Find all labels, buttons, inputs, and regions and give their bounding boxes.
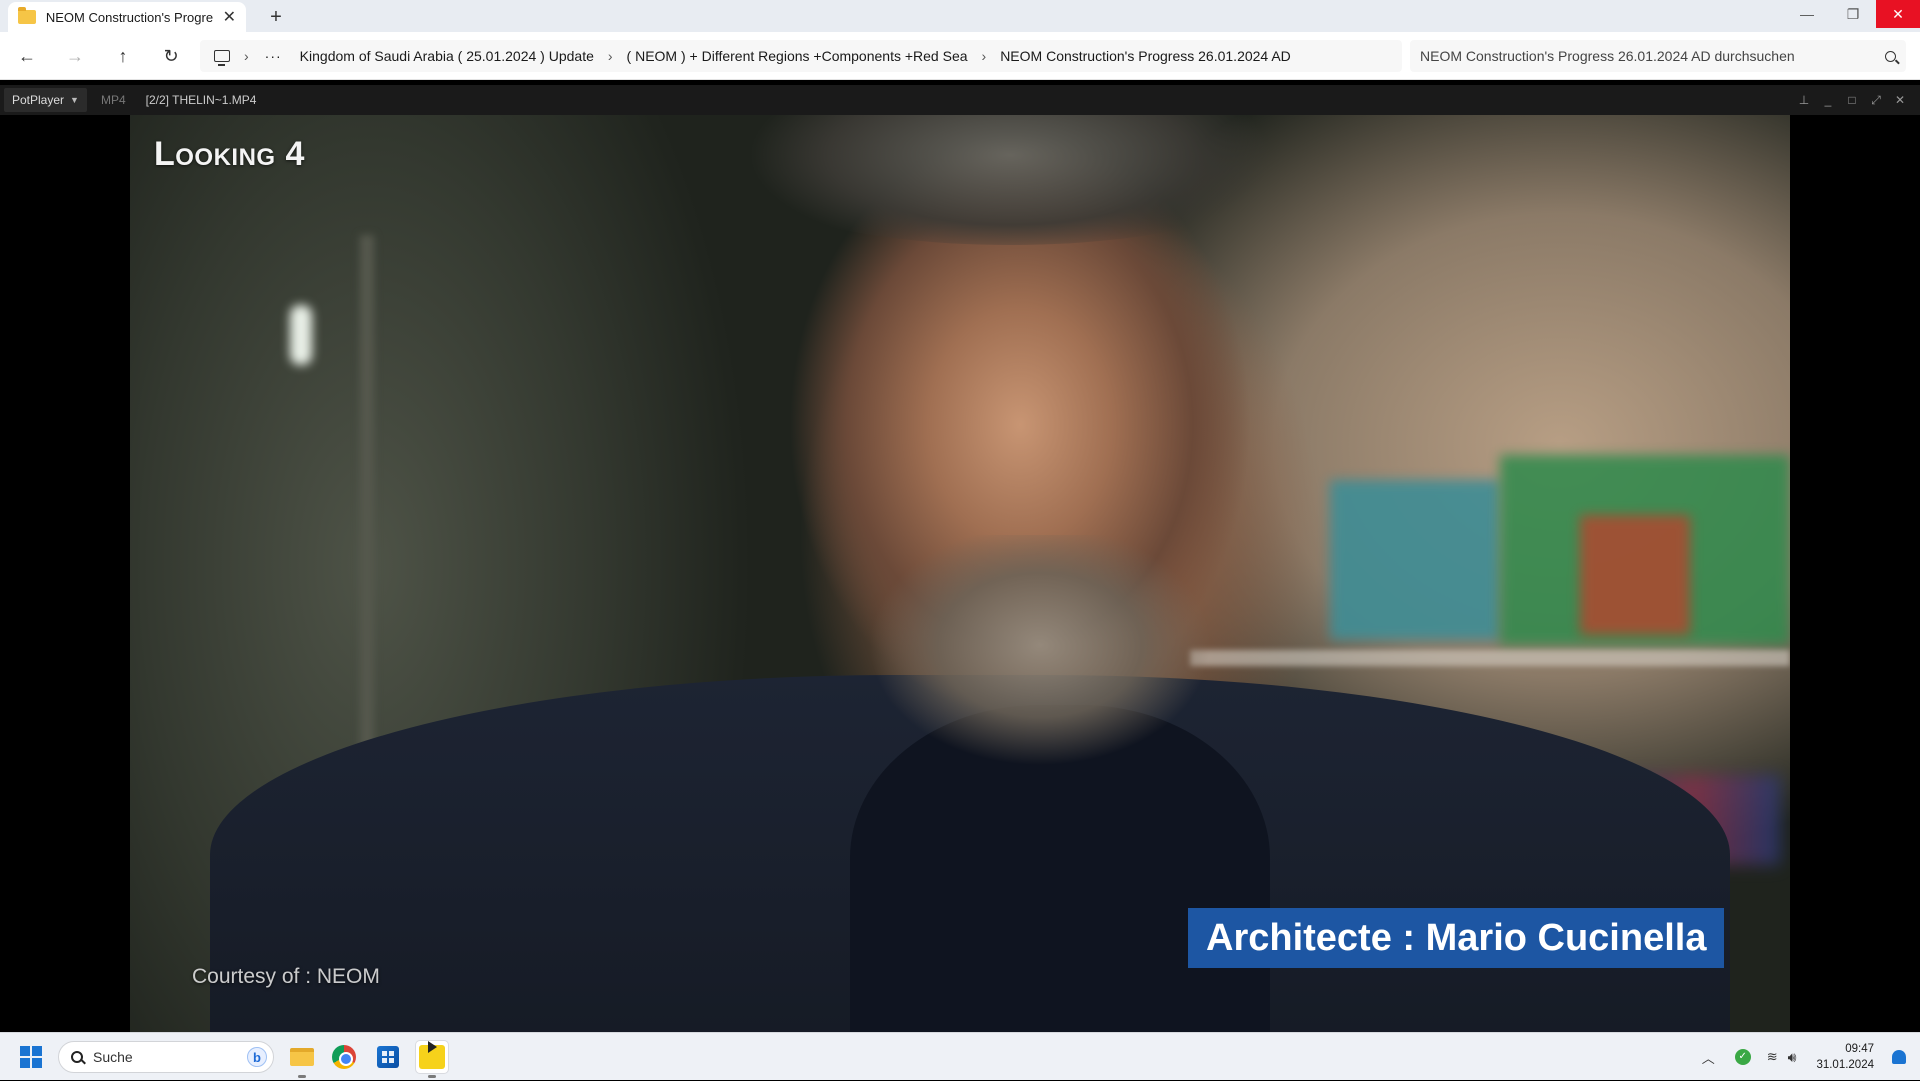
tab-close-icon[interactable]: ✕: [223, 7, 236, 27]
wifi-icon[interactable]: ≋: [1767, 1049, 1778, 1065]
video-area[interactable]: Looking 4 Courtesy of : NEOM Architecte …: [0, 115, 1920, 1032]
taskbar-search-label: Suche: [93, 1049, 133, 1065]
player-maximize-button[interactable]: □: [1840, 93, 1864, 107]
restore-button[interactable]: ❐: [1830, 0, 1876, 28]
taskbar-app-chrome[interactable]: [328, 1041, 360, 1073]
running-indicator: [428, 1075, 436, 1078]
folder-search-input[interactable]: NEOM Construction's Progress 26.01.2024 …: [1410, 40, 1906, 72]
taskbar: Suche b ︿ ✓ ≋ 🔊︎ 09:47 31.01.2024: [0, 1032, 1920, 1080]
person-hair: [750, 115, 1270, 245]
taskbar-search[interactable]: Suche b: [58, 1041, 274, 1073]
chevron-up-icon[interactable]: ︿: [1702, 1048, 1715, 1067]
breadcrumb-item-neom-progress[interactable]: NEOM Construction's Progress 26.01.2024 …: [1000, 48, 1291, 64]
background-shelf: [1190, 650, 1790, 666]
search-icon[interactable]: [1885, 50, 1896, 62]
windows-start-icon[interactable]: [20, 1046, 42, 1068]
potplayer-menu-label: PotPlayer: [12, 93, 65, 107]
pin-icon[interactable]: ⊥: [1792, 93, 1816, 107]
refresh-button[interactable]: ↻: [156, 42, 186, 70]
close-window-button[interactable]: ✕: [1876, 0, 1920, 28]
name-lower-third: Architecte : Mario Cucinella: [1188, 908, 1724, 968]
potplayer-menu-button[interactable]: PotPlayer ▼: [4, 88, 87, 112]
notification-bell-icon[interactable]: [1892, 1050, 1906, 1064]
explorer-titlebar: NEOM Construction's Progress ✕ + — ❐ ✕: [0, 0, 1920, 32]
breadcrumb-item-neom-regions[interactable]: ( NEOM ) + Different Regions +Components…: [627, 48, 968, 64]
person-beard: [870, 535, 1210, 765]
player-close-button[interactable]: ✕: [1888, 93, 1912, 107]
clock-time: 09:47: [1845, 1043, 1874, 1055]
background-lamp: [290, 305, 312, 365]
back-button[interactable]: ←: [12, 42, 42, 70]
file-format-label: MP4: [100, 93, 126, 107]
chrome-icon: [332, 1045, 356, 1069]
background-box: [1330, 480, 1500, 640]
tab-title: NEOM Construction's Progress: [45, 9, 213, 25]
background-box: [1580, 515, 1690, 635]
system-tray: ︿ ✓ ≋ 🔊︎ 09:47 31.01.2024: [1702, 1033, 1920, 1081]
store-icon: [377, 1046, 399, 1068]
chevron-right-icon[interactable]: ›: [982, 48, 987, 64]
potplayer-icon: [419, 1041, 445, 1069]
address-bar: ← → ↑ ↻ › ··· Kingdom of Saudi Arabia ( …: [0, 32, 1920, 80]
taskbar-app-store[interactable]: [372, 1041, 404, 1073]
player-window-controls: ⊥ _ □ ⤢ ✕: [1792, 85, 1912, 115]
player-titlebar: PotPlayer ▼ MP4 [2/2] THELIN~1.MP4 ⊥ _ □…: [0, 85, 1920, 115]
taskbar-app-file-explorer[interactable]: [286, 1041, 318, 1078]
playing-file-name: [2/2] THELIN~1.MP4: [145, 93, 257, 107]
clock-date: 31.01.2024: [1816, 1059, 1874, 1071]
breadcrumb-item-saudi-arabia[interactable]: Kingdom of Saudi Arabia ( 25.01.2024 ) U…: [300, 48, 594, 64]
this-pc-icon[interactable]: [214, 50, 230, 66]
courtesy-caption: Courtesy of : NEOM: [192, 965, 380, 988]
folder-icon: [18, 7, 36, 24]
chevron-right-icon[interactable]: ›: [244, 48, 249, 64]
video-frame[interactable]: Looking 4 Courtesy of : NEOM Architecte …: [130, 115, 1790, 1032]
search-placeholder: NEOM Construction's Progress 26.01.2024 …: [1420, 48, 1795, 64]
window-controls: — ❐ ✕: [1784, 0, 1920, 28]
more-icon[interactable]: ···: [265, 48, 282, 64]
breadcrumb[interactable]: › ··· Kingdom of Saudi Arabia ( 25.01.20…: [200, 40, 1402, 72]
up-button[interactable]: ↑: [108, 42, 138, 70]
running-indicator: [298, 1075, 306, 1078]
new-tab-button[interactable]: +: [262, 4, 290, 30]
channel-logo: Looking 4: [154, 135, 305, 173]
taskbar-app-potplayer[interactable]: [416, 1041, 448, 1078]
security-shield-icon[interactable]: ✓: [1734, 1049, 1751, 1065]
explorer-tab[interactable]: NEOM Construction's Progress ✕: [8, 2, 246, 32]
search-icon: [71, 1051, 83, 1063]
chevron-right-icon[interactable]: ›: [608, 48, 613, 64]
bing-icon[interactable]: b: [247, 1047, 267, 1067]
volume-icon[interactable]: 🔊︎: [1788, 1049, 1797, 1066]
chevron-down-icon: ▼: [70, 95, 79, 105]
minimize-button[interactable]: —: [1784, 0, 1830, 28]
player-fullscreen-button[interactable]: ⤢: [1864, 93, 1888, 108]
forward-button[interactable]: →: [60, 42, 90, 70]
file-explorer-icon: [290, 1048, 314, 1066]
player-minimize-button[interactable]: _: [1816, 93, 1840, 107]
clock[interactable]: 09:47 31.01.2024: [1816, 1041, 1874, 1073]
